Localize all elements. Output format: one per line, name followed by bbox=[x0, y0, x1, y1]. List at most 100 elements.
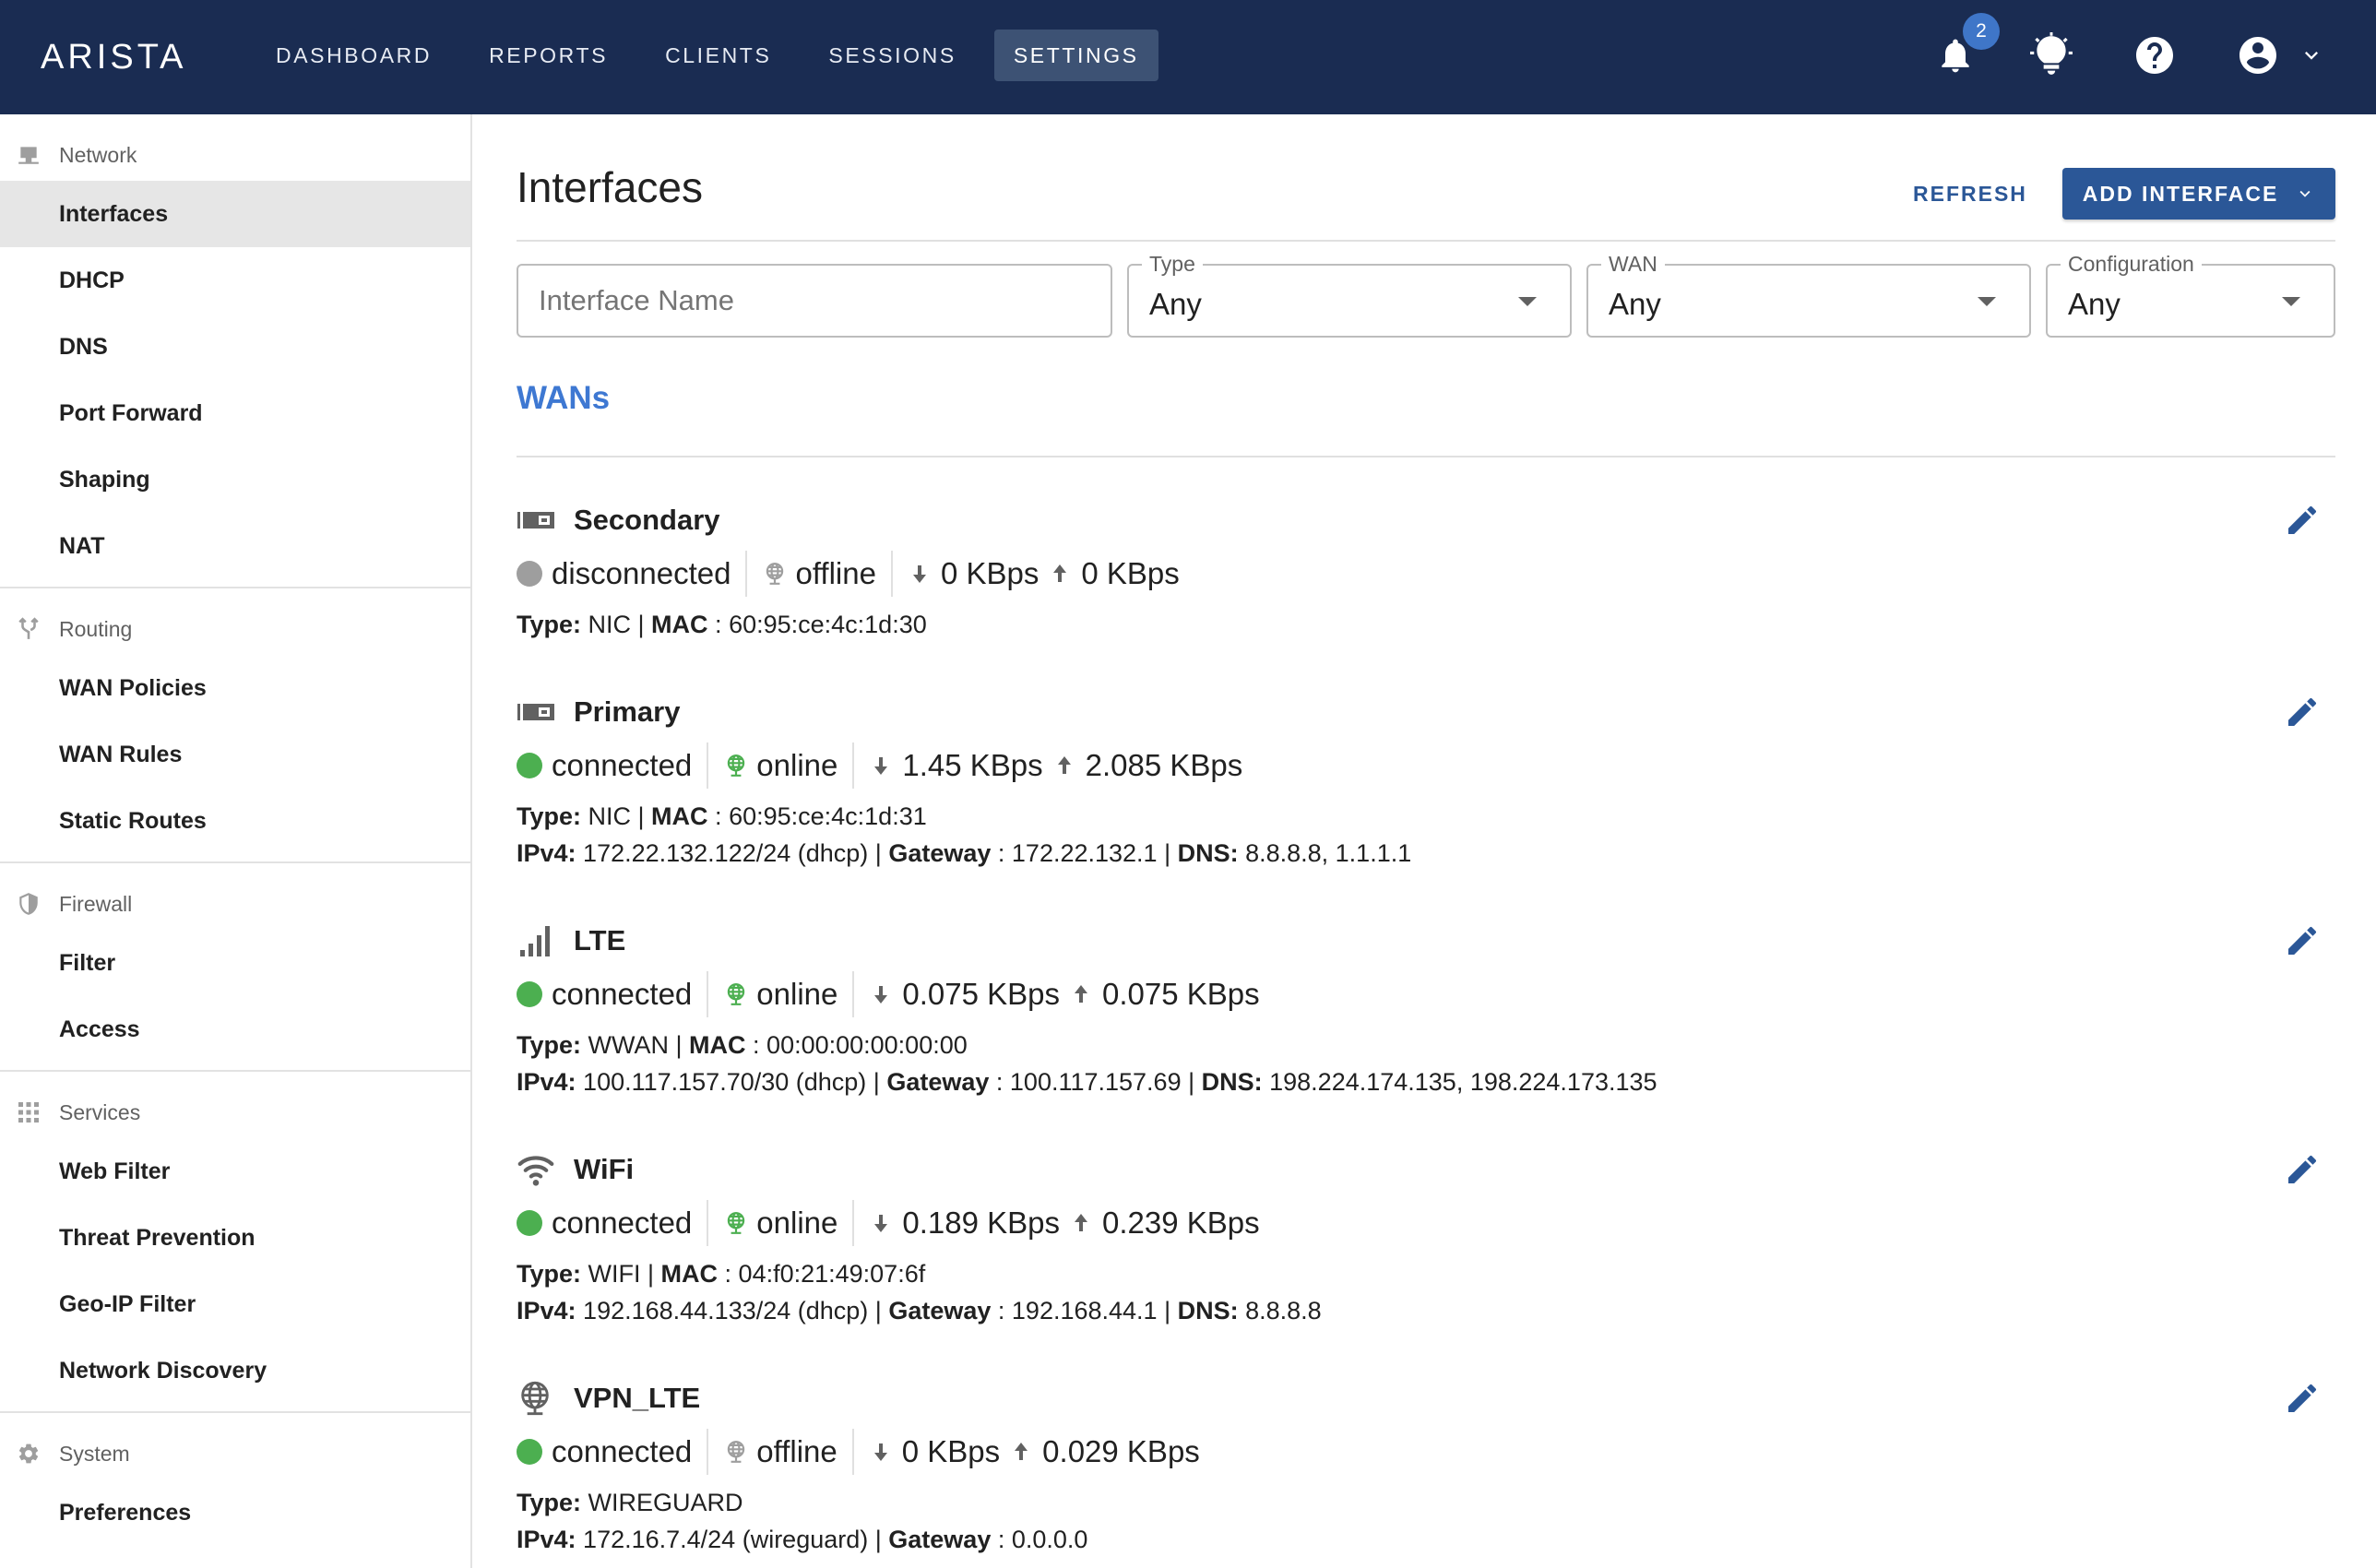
interface-name: LTE bbox=[574, 924, 626, 956]
type-select-value: Any bbox=[1149, 287, 1202, 321]
sidebar-item-interfaces[interactable]: Interfaces bbox=[0, 181, 470, 247]
nav-settings[interactable]: SETTINGS bbox=[993, 30, 1158, 81]
arista-logo[interactable]: ARISTA bbox=[41, 33, 186, 81]
status-separator bbox=[707, 1200, 709, 1246]
edit-interface-button[interactable] bbox=[2276, 1378, 2328, 1422]
nav-dashboard[interactable]: DASHBOARD bbox=[256, 30, 451, 81]
sidebar-item-shaping[interactable]: Shaping bbox=[0, 446, 470, 513]
nav-reports[interactable]: REPORTS bbox=[469, 30, 627, 81]
interface-ipv4-line: IPv4: 172.16.7.4/24 (wireguard) | Gatewa… bbox=[517, 1526, 1087, 1554]
interface-header: VPN_LTE bbox=[517, 1378, 700, 1419]
help-icon[interactable] bbox=[2127, 28, 2182, 83]
sidebar-item-access[interactable]: Access bbox=[0, 996, 470, 1063]
sidebar-item-web-filter[interactable]: Web Filter bbox=[0, 1138, 470, 1205]
interface-name-filter[interactable]: Interface Name bbox=[517, 264, 1112, 338]
upload-rate: 0.239 KBps bbox=[1102, 1206, 1260, 1240]
ipv4-label: IPv4: bbox=[517, 1068, 576, 1096]
sidebar-item-wan-policies[interactable]: WAN Policies bbox=[0, 655, 470, 721]
type-select[interactable]: Type Any bbox=[1127, 251, 1572, 338]
sidebar-item-preferences[interactable]: Preferences bbox=[0, 1479, 470, 1546]
connection-status-text: connected bbox=[552, 1206, 693, 1240]
upload-rate: 2.085 KBps bbox=[1085, 748, 1243, 782]
sidebar-item-dhcp[interactable]: DHCP bbox=[0, 247, 470, 314]
connection-status-text: connected bbox=[552, 748, 693, 782]
separator: : bbox=[991, 1526, 1012, 1553]
wan-select[interactable]: WAN Any bbox=[1586, 251, 2031, 338]
gateway-value: 172.22.132.1 bbox=[1011, 839, 1158, 867]
nav-clients[interactable]: CLIENTS bbox=[646, 30, 790, 81]
sidebar-divider bbox=[0, 1070, 470, 1072]
apps-grid-icon bbox=[17, 1100, 41, 1124]
status-separator bbox=[852, 1200, 855, 1246]
status-separator bbox=[852, 742, 855, 789]
connection-status-dot bbox=[517, 1439, 542, 1465]
interface-header: Secondary bbox=[517, 500, 720, 540]
sidebar-item-threat-prevention[interactable]: Threat Prevention bbox=[0, 1205, 470, 1271]
gateway-value: 100.117.157.69 bbox=[1009, 1068, 1182, 1096]
type-value: WWAN bbox=[581, 1031, 669, 1059]
sidebar-section-label: System bbox=[59, 1441, 130, 1466]
status-separator bbox=[745, 551, 748, 597]
edit-interface-button[interactable] bbox=[2276, 921, 2328, 965]
arrow-up-icon bbox=[1071, 981, 1091, 1007]
arrow-down-icon bbox=[871, 1439, 891, 1465]
sidebar-item-network-discovery[interactable]: Network Discovery bbox=[0, 1337, 470, 1404]
separator: | bbox=[1157, 1297, 1178, 1324]
fork-icon bbox=[17, 617, 41, 641]
dns-label: DNS: bbox=[1177, 1297, 1239, 1324]
separator: | bbox=[1157, 839, 1178, 867]
sidebar-item-geo-ip-filter[interactable]: Geo-IP Filter bbox=[0, 1271, 470, 1337]
interface-name: Primary bbox=[574, 695, 681, 728]
mac-label: MAC bbox=[660, 1260, 719, 1288]
separator: | bbox=[1181, 1068, 1202, 1096]
interface-card: LTE connected online 0.075 KBps 0.075 KBps Ty… bbox=[517, 921, 2335, 1105]
chevron-down-icon bbox=[2299, 190, 2311, 197]
ipv4-label: IPv4: bbox=[517, 1297, 576, 1324]
internet-status-text: online bbox=[756, 748, 838, 782]
sidebar-item-nat[interactable]: NAT bbox=[0, 513, 470, 579]
lightbulb-icon[interactable] bbox=[2024, 28, 2079, 83]
configuration-select-value: Any bbox=[2068, 287, 2121, 321]
interface-status-row: disconnected offline 0 KBps 0 KBps bbox=[517, 550, 1180, 598]
interface-ipv4-line: IPv4: 192.168.44.133/24 (dhcp) | Gateway… bbox=[517, 1297, 1322, 1325]
interface-type-line: Type: WIFI | MAC : 04:f0:21:49:07:6f bbox=[517, 1260, 925, 1289]
type-label: Type: bbox=[517, 802, 582, 830]
arrow-up-icon bbox=[1050, 561, 1070, 587]
gateway-label: Gateway bbox=[886, 1068, 990, 1096]
interface-type-line: Type: NIC | MAC : 60:95:ce:4c:1d:31 bbox=[517, 802, 927, 831]
main-nav: DASHBOARD REPORTS CLIENTS SESSIONS SETTI… bbox=[256, 30, 1158, 81]
globe-icon bbox=[723, 1439, 749, 1465]
edit-interface-button[interactable] bbox=[2276, 1149, 2328, 1194]
interface-type-line: Type: WIREGUARD bbox=[517, 1489, 743, 1517]
gateway-value: 0.0.0.0 bbox=[1011, 1526, 1088, 1553]
wifi-icon bbox=[517, 1149, 557, 1190]
refresh-button[interactable]: REFRESH bbox=[1893, 168, 2048, 220]
edit-interface-button[interactable] bbox=[2276, 500, 2328, 544]
type-label: Type: bbox=[517, 1489, 582, 1516]
sidebar-item-static-routes[interactable]: Static Routes bbox=[0, 788, 470, 854]
dns-label: DNS: bbox=[1177, 839, 1239, 867]
configuration-select[interactable]: Configuration Any bbox=[2046, 251, 2335, 338]
sidebar-item-filter[interactable]: Filter bbox=[0, 930, 470, 996]
chevron-down-icon[interactable] bbox=[2284, 28, 2339, 83]
dns-value: 198.224.174.135, 198.224.173.135 bbox=[1262, 1068, 1657, 1096]
sidebar-item-wan-rules[interactable]: WAN Rules bbox=[0, 721, 470, 788]
type-label: Type: bbox=[517, 611, 582, 638]
title-divider bbox=[517, 240, 2335, 242]
sidebar-item-port-forward[interactable]: Port Forward bbox=[0, 380, 470, 446]
interface-header: Primary bbox=[517, 692, 680, 732]
sidebar-divider bbox=[0, 861, 470, 863]
dns-value: 8.8.8.8 bbox=[1238, 1297, 1322, 1324]
interface-name-placeholder: Interface Name bbox=[539, 284, 734, 316]
sidebar-item-dns[interactable]: DNS bbox=[0, 314, 470, 380]
type-value: WIFI bbox=[581, 1260, 641, 1288]
status-separator bbox=[851, 1429, 854, 1475]
separator: : bbox=[991, 839, 1012, 867]
download-rate: 0.189 KBps bbox=[902, 1206, 1060, 1240]
add-interface-button[interactable]: ADD INTERFACE bbox=[2062, 168, 2335, 220]
edit-interface-button[interactable] bbox=[2276, 692, 2328, 736]
internet-status-text: offline bbox=[756, 1434, 838, 1468]
nav-sessions[interactable]: SESSIONS bbox=[809, 30, 975, 81]
interface-card: WiFi connected online 0.189 KBps 0.239 KBps T… bbox=[517, 1149, 2335, 1334]
account-icon[interactable] bbox=[2230, 28, 2286, 83]
